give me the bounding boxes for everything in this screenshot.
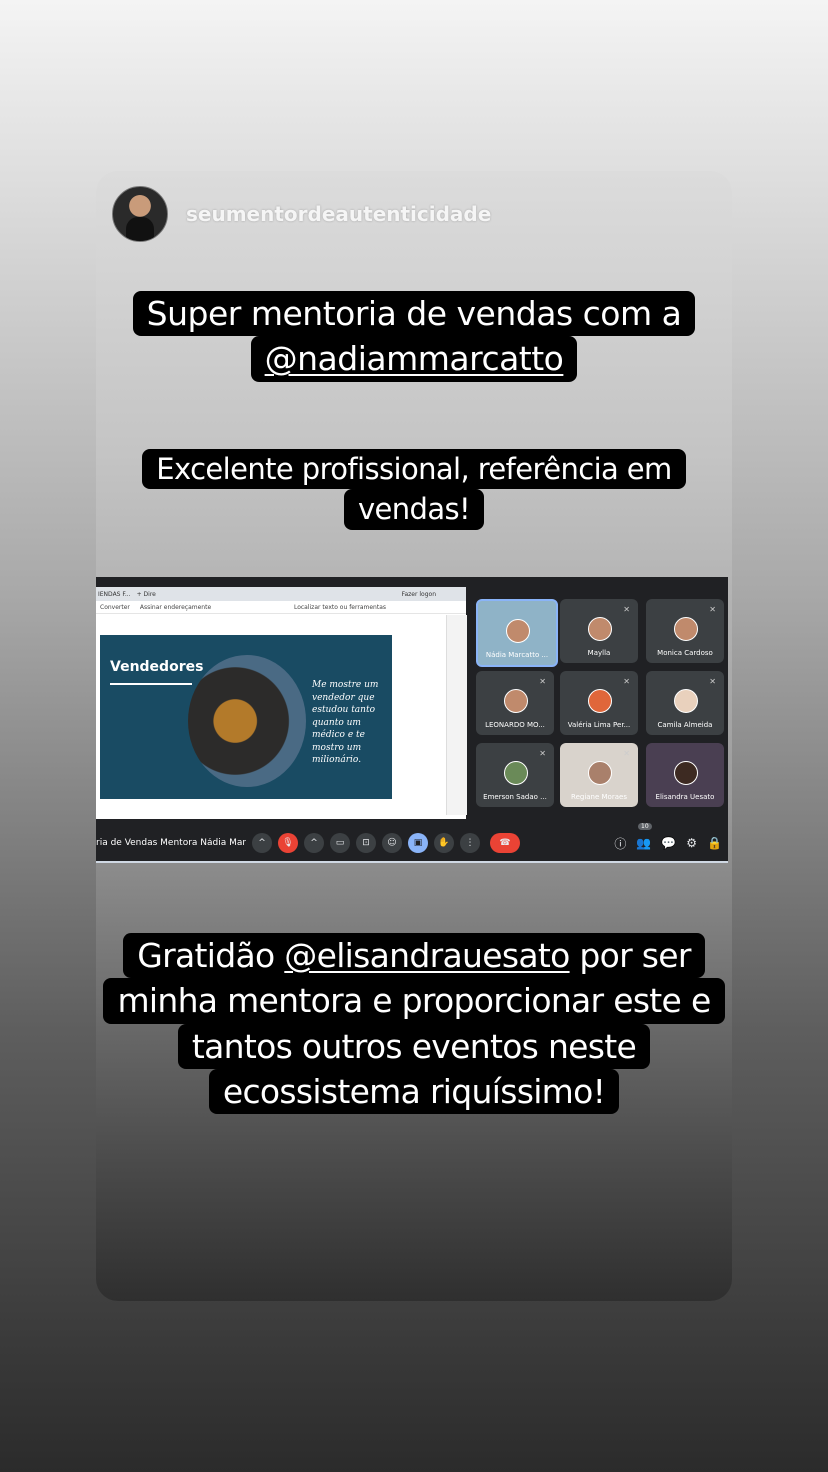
participant-tile[interactable]: ✕ Emerson Sadao ... bbox=[476, 743, 554, 807]
meeting-screenshot: IENDAS F... + Dire Fazer logon Converter… bbox=[96, 577, 728, 863]
participant-avatar bbox=[674, 689, 698, 713]
participant-tile[interactable]: ✕ Monica Cardoso bbox=[646, 599, 724, 663]
present-button[interactable]: ▣ bbox=[408, 833, 428, 853]
meeting-side-icons: ⓘ 👥 💬 ⚙ 🔒 bbox=[614, 831, 722, 855]
caption-text: por ser bbox=[569, 936, 691, 975]
caption-line: vendas! bbox=[343, 489, 485, 530]
participant-name: Elisandra Uesato bbox=[655, 793, 715, 801]
participant-tile[interactable]: ✕ Maylla bbox=[560, 599, 638, 663]
profile-avatar[interactable] bbox=[112, 186, 168, 242]
participant-name: Nádia Marcatto ... bbox=[485, 651, 549, 659]
caption-line-mention: @nadiammarcatto bbox=[250, 336, 578, 382]
shared-screen: IENDAS F... + Dire Fazer logon Converter… bbox=[96, 587, 467, 819]
menu-sign: Assinar endereçamente bbox=[139, 603, 212, 611]
participant-avatar bbox=[504, 761, 528, 785]
mic-off-icon: ✕ bbox=[623, 749, 630, 758]
caption-line: minha mentora e proporcionar este e bbox=[103, 978, 725, 1024]
participant-avatar bbox=[588, 617, 612, 641]
mic-off-button[interactable]: 🎙 bbox=[278, 833, 298, 853]
participant-tile[interactable]: Nádia Marcatto ... bbox=[476, 599, 558, 667]
caption-line: Gratidão @elisandrauesato por ser bbox=[123, 933, 705, 979]
chat-icon[interactable]: 💬 bbox=[661, 836, 676, 850]
participant-avatar bbox=[588, 761, 612, 785]
people-icon[interactable]: 👥 bbox=[636, 836, 651, 850]
caption-line: ecossistema riquíssimo! bbox=[208, 1068, 620, 1114]
participant-avatar bbox=[674, 761, 698, 785]
more-options-button[interactable]: ⋮ bbox=[460, 833, 480, 853]
participant-name: Maylla bbox=[587, 649, 611, 657]
participant-tile[interactable]: Elisandra Uesato bbox=[646, 743, 724, 807]
slide-quote: Me mostre um vendedor que estudou tanto … bbox=[312, 680, 379, 765]
participant-name: Regiane Moraes bbox=[571, 793, 627, 801]
profile-username[interactable]: seumentordeautenticidade bbox=[186, 202, 491, 226]
mic-off-icon: ✕ bbox=[623, 677, 630, 686]
mic-off-icon: ✕ bbox=[539, 749, 546, 758]
new-tab: + Dire bbox=[136, 590, 156, 598]
participant-name: Emerson Sadao ... bbox=[483, 793, 547, 801]
participant-tile[interactable]: ✕ LEONARDO MO... bbox=[476, 671, 554, 735]
participant-avatar bbox=[588, 689, 612, 713]
story-header: seumentordeautenticidade bbox=[112, 186, 491, 242]
login-link: Fazer logon bbox=[401, 590, 436, 598]
browser-tabbar: IENDAS F... + Dire Fazer logon bbox=[96, 587, 466, 601]
participant-avatar bbox=[506, 619, 530, 643]
end-call-button[interactable]: ☎ bbox=[490, 833, 520, 853]
captions-button[interactable]: ⊡ bbox=[356, 833, 376, 853]
mention-link[interactable]: @elisandrauesato bbox=[284, 936, 570, 975]
mic-off-icon: ✕ bbox=[709, 677, 716, 686]
participant-name: LEONARDO MO... bbox=[485, 721, 545, 729]
participant-avatar bbox=[504, 689, 528, 713]
divider bbox=[96, 861, 728, 863]
caption-line: tantos outros eventos neste bbox=[177, 1023, 651, 1069]
emoji-button[interactable]: ☺ bbox=[382, 833, 402, 853]
mic-off-icon: ✕ bbox=[623, 605, 630, 614]
caption-gratidao: Gratidão @elisandrauesato por ser minha … bbox=[96, 933, 732, 1114]
info-icon[interactable]: ⓘ bbox=[614, 835, 626, 852]
caption-line: Excelente profissional, referência em bbox=[142, 449, 686, 490]
menu-search: Localizar texto ou ferramentas bbox=[293, 603, 386, 611]
participant-name: Valéria Lima Per... bbox=[567, 721, 631, 729]
raise-hand-button[interactable]: ✋ bbox=[434, 833, 454, 853]
story-card: seumentordeautenticidade Super mentoria … bbox=[96, 171, 732, 1301]
caption-mentoria: Super mentoria de vendas com a @nadiamma… bbox=[96, 291, 732, 382]
caption-excelente: Excelente profissional, referência em ve… bbox=[96, 449, 732, 530]
participant-tile[interactable]: ✕ Camila Almeida bbox=[646, 671, 724, 735]
participant-tile[interactable]: ✕ Valéria Lima Per... bbox=[560, 671, 638, 735]
lock-icon[interactable]: 🔒 bbox=[707, 836, 722, 850]
slide-photo bbox=[188, 655, 306, 787]
mic-off-icon: ✕ bbox=[539, 677, 546, 686]
activities-icon[interactable]: ⚙ bbox=[686, 836, 697, 850]
chevron-up-icon[interactable]: ^ bbox=[252, 833, 272, 853]
meeting-title: ria de Vendas Mentora Nádia Marc... bbox=[96, 838, 246, 848]
slide-divider bbox=[110, 683, 192, 685]
browser-tab: IENDAS F... bbox=[98, 590, 131, 598]
slide-title: Vendedores bbox=[110, 659, 204, 675]
menu-convert: Converter bbox=[100, 603, 130, 611]
meeting-controls: ria de Vendas Mentora Nádia Marc... ^ 🎙 … bbox=[96, 823, 728, 855]
participant-name: Monica Cardoso bbox=[657, 649, 713, 657]
pdf-menu: Converter Assinar endereçamente Localiza… bbox=[96, 601, 466, 614]
participant-count-badge: 10 bbox=[638, 823, 652, 830]
pdf-side-toolbar bbox=[446, 615, 467, 815]
caption-text: Gratidão bbox=[137, 936, 285, 975]
participant-name: Camila Almeida bbox=[657, 721, 713, 729]
mention-link[interactable]: @nadiammarcatto bbox=[265, 339, 564, 378]
chevron-up-icon[interactable]: ^ bbox=[304, 833, 324, 853]
caption-line: Super mentoria de vendas com a bbox=[132, 291, 696, 337]
presentation-slide: Vendedores Me mostre um vendedor que est… bbox=[100, 635, 392, 799]
participant-tile[interactable]: ✕ Regiane Moraes bbox=[560, 743, 638, 807]
camera-button[interactable]: ▭ bbox=[330, 833, 350, 853]
mic-off-icon: ✕ bbox=[709, 605, 716, 614]
participant-avatar bbox=[674, 617, 698, 641]
